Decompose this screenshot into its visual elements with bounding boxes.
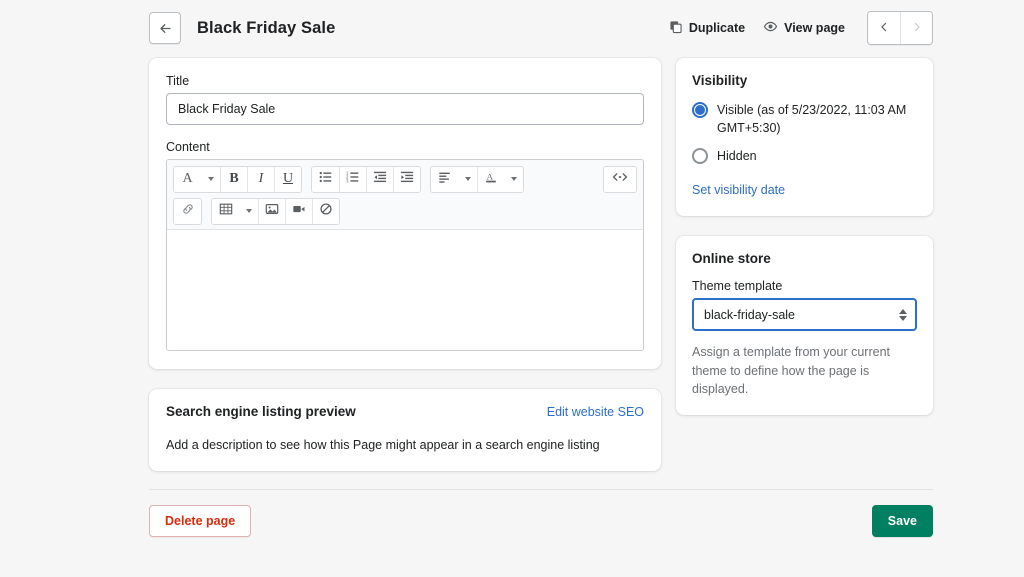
visibility-title: Visibility [692,73,748,88]
html-group [603,165,637,193]
align-dropdown-button[interactable] [458,166,477,192]
text-color-dropdown-button[interactable] [504,166,523,192]
editor-content-area[interactable] [167,230,643,350]
svg-text:3: 3 [346,179,349,184]
content-field: Content A B I U 1 2 3 A [166,140,644,351]
page-footer: Delete page Save [149,505,933,537]
editor-toolbar-row-1: A B I U 1 2 3 A [173,165,637,193]
view-page-label: View page [784,21,845,35]
code-brackets-icon [612,171,628,187]
view-page-button[interactable]: View page [763,19,845,37]
video-icon [292,202,306,220]
insert-table-button[interactable] [212,198,239,224]
header-actions: Duplicate View page [669,11,933,45]
online-store-card: Online store Theme template black-friday… [676,236,933,416]
theme-template-label: Theme template [692,279,783,294]
chevron-down-icon [245,209,252,213]
editor-toolbar-row-2 [173,197,637,225]
title-label: Title [166,74,190,88]
edit-website-seo-link[interactable]: Edit website SEO [547,405,644,419]
svg-text:A: A [487,172,494,182]
indent-button[interactable] [393,166,420,192]
seo-preview-card: Search engine listing preview Edit websi… [149,389,661,472]
image-icon [265,202,279,220]
chevron-down-icon [510,177,517,181]
no-formatting-icon [319,202,333,220]
footer-divider [149,489,933,490]
font-style-button[interactable]: A [174,166,201,192]
duplicate-label: Duplicate [688,21,746,35]
clear-formatting-button[interactable] [312,198,339,224]
online-store-title: Online store [692,251,771,267]
arrow-left-icon [158,21,173,36]
visibility-card: Visibility Visible (as of 5/23/2022, 11:… [676,58,933,217]
bold-button[interactable]: B [220,166,247,192]
table-media-group [211,197,340,225]
radio-visible[interactable] [692,102,708,118]
table-icon [219,202,233,220]
duplicate-button[interactable]: Duplicate [669,20,745,37]
theme-template-value: black-friday-sale [704,307,796,322]
seo-header: Search engine listing preview Edit websi… [166,404,644,419]
page-details-card: Title Content A [149,58,661,369]
sidebar-column: Visibility Visible (as of 5/23/2022, 11:… [676,58,933,416]
main-column: Title Content A [149,58,661,472]
chevron-right-icon [911,21,923,36]
italic-button[interactable]: I [247,166,274,192]
text-color-button[interactable]: A [477,166,504,192]
align-left-icon [438,170,452,188]
align-color-group: A [430,165,524,193]
seo-description: Add a description to see how this Page m… [166,438,600,452]
insert-image-button[interactable] [258,198,285,224]
pagination [867,11,933,45]
page-header: Black Friday Sale Duplicate View page [149,10,933,46]
visibility-hidden-label: Hidden [717,148,757,163]
duplicate-icon [669,20,683,37]
bulleted-list-button[interactable] [312,166,339,192]
insert-link-button[interactable] [174,198,201,224]
font-style-dropdown-button[interactable] [201,166,220,192]
chevron-left-icon [878,21,890,36]
link-icon [181,202,195,220]
eye-icon [763,19,778,37]
radio-hidden[interactable] [692,147,708,164]
editor-toolbar: A B I U 1 2 3 A [167,160,643,230]
chevron-down-icon [464,177,471,181]
outdent-icon [373,170,387,188]
visibility-option-visible[interactable]: Visible (as of 5/23/2022, 11:03 AM GMT+5… [692,101,917,138]
underline-button[interactable]: U [274,166,301,192]
page-title: Black Friday Sale [197,18,336,37]
insert-video-button[interactable] [285,198,312,224]
title-field: Title [166,74,644,125]
rich-text-editor: A B I U 1 2 3 A [166,159,644,351]
content-label: Content [166,140,210,154]
set-visibility-date-link[interactable]: Set visibility date [692,183,785,197]
title-input[interactable] [166,93,644,125]
visibility-option-hidden[interactable]: Hidden [692,147,917,165]
chevron-down-icon [207,177,214,181]
bullet-list-icon [319,170,333,188]
visibility-visible-label: Visible (as of 5/23/2022, 11:03 AM GMT+5… [717,103,907,136]
save-button[interactable]: Save [871,505,933,537]
next-page-button[interactable] [900,12,932,44]
theme-template-help: Assign a template from your current them… [692,345,890,396]
text-color-icon: A [484,170,498,188]
html-code-button[interactable] [604,166,636,192]
numbered-list-button[interactable]: 1 2 3 [339,166,366,192]
insert-table-dropdown-button[interactable] [239,198,258,224]
delete-page-button[interactable]: Delete page [149,505,252,537]
theme-template-select[interactable]: black-friday-sale [692,298,917,332]
theme-template-select-wrap: black-friday-sale [692,298,917,332]
previous-page-button[interactable] [868,12,900,44]
list-indent-group: 1 2 3 [311,165,421,193]
back-button[interactable] [149,12,181,44]
align-button[interactable] [431,166,458,192]
numbered-list-icon: 1 2 3 [346,170,360,188]
text-format-group: A B I U [173,165,302,193]
outdent-button[interactable] [366,166,393,192]
page-root: Black Friday Sale Duplicate View page Ti… [0,0,1024,577]
insert-group [173,197,202,225]
indent-icon [400,170,414,188]
seo-title: Search engine listing preview [166,404,356,419]
